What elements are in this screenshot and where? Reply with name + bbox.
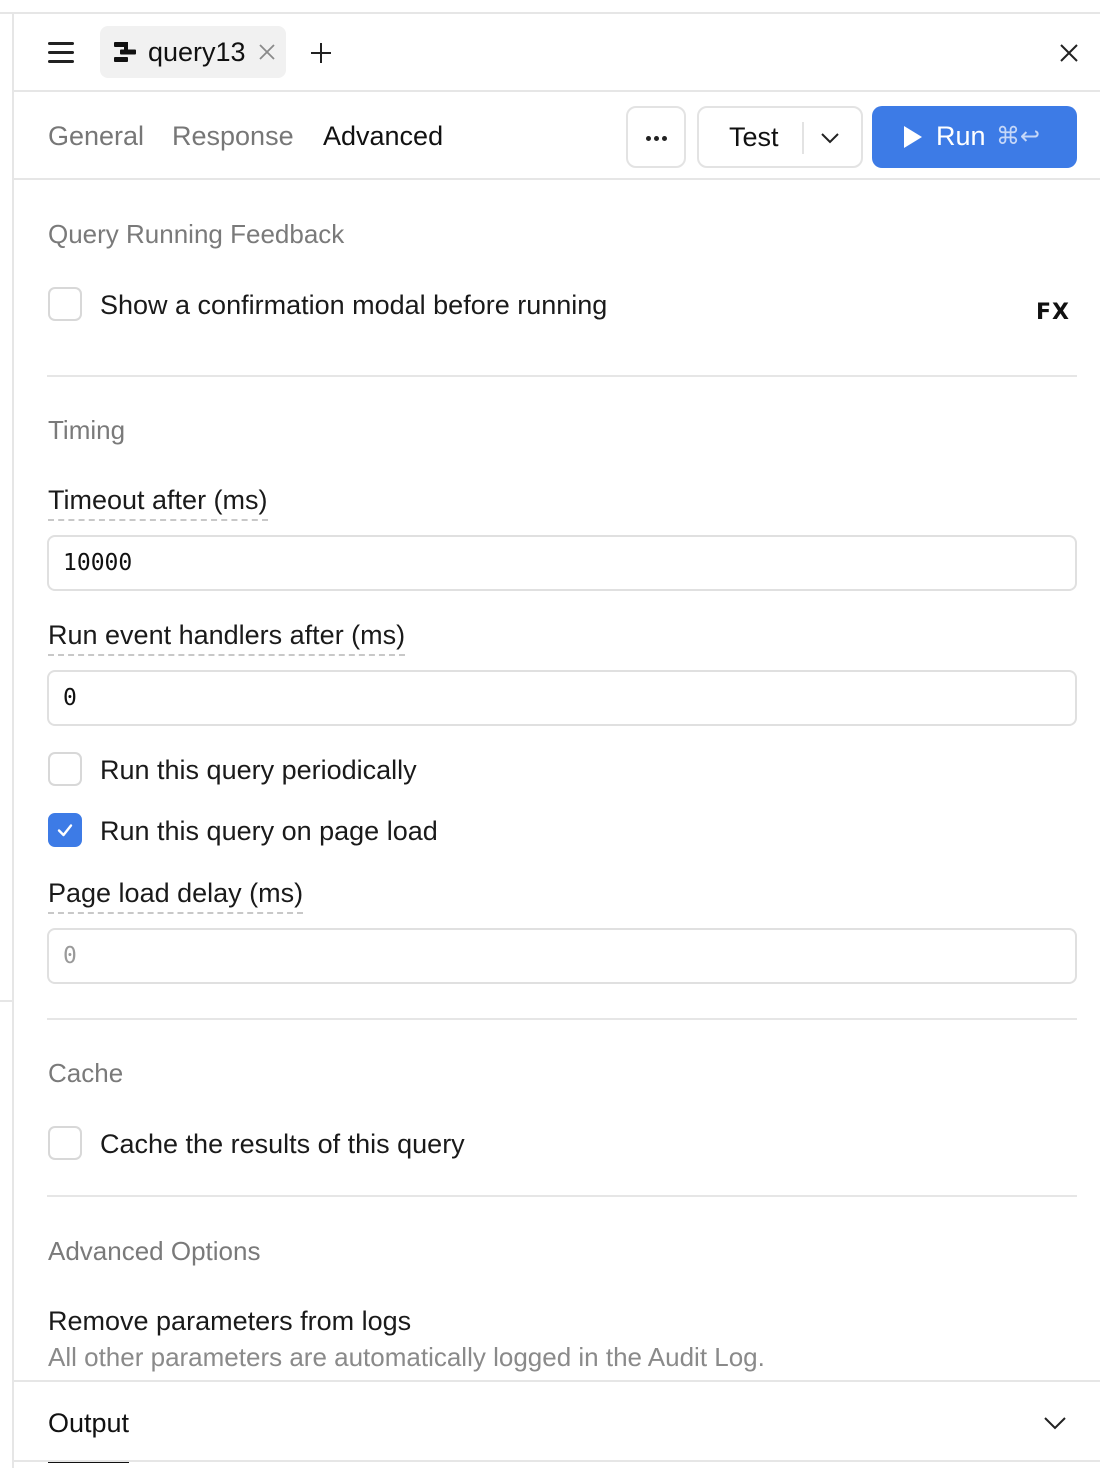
run-periodically-label[interactable]: Run this query periodically xyxy=(100,755,417,785)
run-on-page-load-label[interactable]: Run this query on page load xyxy=(100,816,438,846)
test-button[interactable]: Test xyxy=(697,106,863,168)
play-icon xyxy=(904,126,922,148)
remove-params-description: All other parameters are automatically l… xyxy=(48,1342,765,1372)
tab-advanced[interactable]: Advanced xyxy=(323,120,443,152)
tab-output[interactable]: Output xyxy=(48,1408,130,1463)
hamburger-menu-icon[interactable] xyxy=(44,36,78,70)
test-button-separator xyxy=(802,122,804,154)
event-handlers-delay-input[interactable] xyxy=(47,670,1077,726)
confirm-modal-checkbox[interactable] xyxy=(48,287,82,321)
section-divider xyxy=(47,1018,1077,1020)
timeout-label: Timeout after (ms) xyxy=(48,485,268,521)
page-load-delay-label: Page load delay (ms) xyxy=(48,878,304,914)
output-panel-border xyxy=(14,1460,1100,1462)
tab-response[interactable]: Response xyxy=(172,120,294,152)
query-toolbar: General Response Advanced Test Run ⌘↩ xyxy=(14,92,1100,180)
run-on-page-load-checkbox[interactable] xyxy=(48,813,82,847)
close-panel-icon[interactable] xyxy=(1054,38,1084,68)
confirm-modal-label[interactable]: Show a confirmation modal before running xyxy=(100,290,607,320)
section-heading-cache: Cache xyxy=(48,1058,124,1088)
more-options-button[interactable] xyxy=(626,106,686,168)
section-heading-feedback: Query Running Feedback xyxy=(48,219,345,249)
close-tab-icon[interactable] xyxy=(256,41,278,63)
frame-divider-tick xyxy=(0,1000,12,1002)
test-button-label: Test xyxy=(729,122,779,152)
section-divider xyxy=(47,1195,1077,1197)
event-handlers-delay-label: Run event handlers after (ms) xyxy=(48,620,406,656)
section-divider xyxy=(47,375,1077,377)
run-button-label: Run xyxy=(936,121,986,151)
checkmark-icon xyxy=(57,824,73,837)
timeout-input[interactable] xyxy=(47,535,1077,591)
run-button[interactable]: Run ⌘↩ xyxy=(872,106,1077,168)
query-resource-icon xyxy=(114,42,136,62)
cache-results-checkbox[interactable] xyxy=(48,1126,82,1160)
chevron-down-icon[interactable] xyxy=(817,125,843,151)
tab-general[interactable]: General xyxy=(48,120,144,152)
page-load-delay-input[interactable] xyxy=(47,928,1077,984)
fx-toggle-button[interactable]: FX xyxy=(1036,300,1070,325)
run-periodically-checkbox[interactable] xyxy=(48,752,82,786)
run-shortcut-hint: ⌘↩ xyxy=(996,122,1041,150)
cache-results-label[interactable]: Cache the results of this query xyxy=(100,1129,465,1159)
query-tab-name: query13 xyxy=(148,37,246,67)
remove-params-title: Remove parameters from logs xyxy=(48,1306,412,1336)
section-heading-timing: Timing xyxy=(48,415,126,445)
query-tab-bar: query13 xyxy=(14,14,1100,92)
add-tab-icon[interactable] xyxy=(306,38,336,68)
frame-left-border xyxy=(12,12,14,1468)
chevron-down-icon[interactable] xyxy=(1040,1408,1070,1438)
section-heading-advanced-options: Advanced Options xyxy=(48,1236,261,1266)
output-panel: Output xyxy=(14,1380,1100,1468)
query-tab[interactable]: query13 xyxy=(100,26,286,78)
ellipsis-icon xyxy=(646,136,651,141)
